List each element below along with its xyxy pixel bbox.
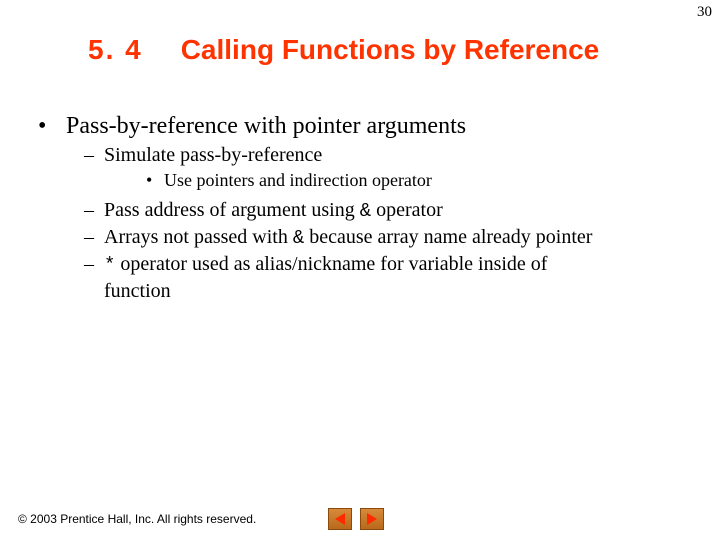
bullet-dot-icon: • (146, 170, 164, 192)
copyright-footer: © 2003 Prentice Hall, Inc. All rights re… (18, 512, 256, 526)
ampersand-operator: & (293, 227, 304, 249)
bullet-level3: •Use pointers and indirection operator (146, 170, 700, 192)
bullet-level2: –Pass address of argument using & operat… (84, 198, 700, 223)
page-number: 30 (697, 4, 712, 21)
bullet-text: Simulate pass-by-reference (104, 144, 322, 166)
bullet-level2: –Simulate pass-by-reference (84, 143, 700, 167)
bullet-text: because array name already pointer (304, 226, 592, 248)
copyright-icon: © (18, 512, 27, 526)
nav-arrows (328, 508, 384, 530)
bullet-text: Arrays not passed with (104, 226, 293, 248)
dash-icon: – (84, 252, 104, 276)
section-title: Calling Functions by Reference (181, 34, 600, 65)
bullet-text: operator (371, 199, 443, 221)
bullet-level1: •Pass-by-reference with pointer argument… (38, 112, 700, 141)
bullet-dot-icon: • (38, 112, 66, 141)
bullet-continuation: function (104, 279, 700, 303)
bullet-level2: –Arrays not passed with & because array … (84, 225, 700, 250)
slide-body: •Pass-by-reference with pointer argument… (38, 112, 700, 304)
star-operator: * (104, 254, 115, 276)
copyright-text: 2003 Prentice Hall, Inc. All rights rese… (27, 512, 256, 526)
dash-icon: – (84, 225, 104, 249)
bullet-level2: –* operator used as alias/nickname for v… (84, 252, 700, 277)
ampersand-operator: & (360, 200, 371, 222)
bullet-text: Pass-by-reference with pointer arguments (66, 113, 466, 139)
bullet-text: Use pointers and indirection operator (164, 170, 432, 190)
bullet-text: operator used as alias/nickname for vari… (115, 253, 547, 275)
dash-icon: – (84, 143, 104, 167)
slide: 30 5. 4 Calling Functions by Reference •… (0, 0, 720, 540)
next-slide-button[interactable] (360, 508, 384, 530)
slide-title: 5. 4 Calling Functions by Reference (0, 34, 720, 66)
bullet-text: Pass address of argument using (104, 199, 360, 221)
prev-slide-button[interactable] (328, 508, 352, 530)
section-number: 5. 4 (88, 34, 143, 65)
dash-icon: – (84, 198, 104, 222)
